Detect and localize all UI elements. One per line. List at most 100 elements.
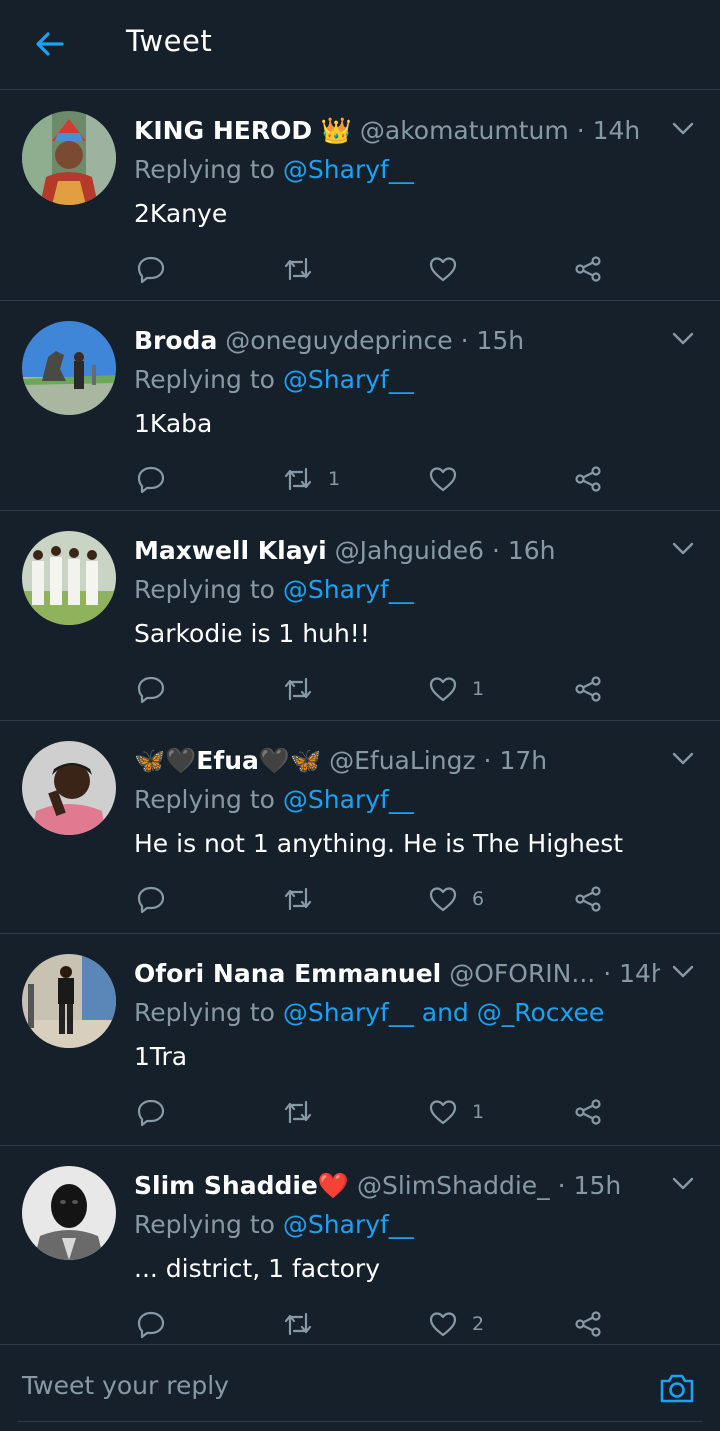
tweet-actions: 1: [0, 461, 720, 497]
chevron-down-icon[interactable]: [670, 1170, 696, 1196]
like-count: 1: [472, 678, 485, 700]
share-button[interactable]: [573, 671, 603, 707]
avatar[interactable]: [22, 111, 116, 205]
retweet-icon: [284, 1100, 312, 1124]
retweet-button[interactable]: [282, 671, 328, 707]
mention-link[interactable]: @Sharyf__: [283, 155, 414, 184]
replying-to: Replying to @Sharyf__: [134, 783, 414, 817]
retweet-button[interactable]: [282, 251, 328, 287]
heart-icon: [429, 887, 457, 912]
heart-icon: [429, 467, 457, 492]
tweet-item[interactable]: Broda @oneguydeprince · 15h Replying to …: [0, 301, 720, 511]
timestamp: 14h: [592, 116, 641, 145]
reply-icon: [137, 256, 165, 284]
like-button[interactable]: 1: [428, 1094, 484, 1130]
avatar[interactable]: [22, 321, 116, 415]
tweet-header: Broda @oneguydeprince · 15h: [134, 321, 660, 361]
tweet-text: Sarkodie is 1 huh!!: [134, 619, 370, 648]
share-icon: [575, 1311, 601, 1337]
tweet-item[interactable]: Ofori Nana Emmanuel @OFORIN... · 14h Rep…: [0, 934, 720, 1146]
share-button[interactable]: [573, 1306, 603, 1342]
tweet-text: 1Kaba: [134, 409, 213, 438]
like-button[interactable]: 2: [428, 1306, 484, 1342]
display-name[interactable]: 🦋🖤Efua🖤🦋: [134, 746, 321, 775]
user-handle[interactable]: @akomatumtum: [360, 116, 569, 145]
tweet-item[interactable]: 🦋🖤Efua🖤🦋 @EfuaLingz · 17h Replying to @S…: [0, 721, 720, 934]
tweet-actions: 1: [0, 671, 720, 707]
display-name[interactable]: KING HEROD 👑: [134, 116, 352, 145]
avatar[interactable]: [22, 1166, 116, 1260]
chevron-down-icon[interactable]: [670, 535, 696, 561]
tweet-header: Ofori Nana Emmanuel @OFORIN... · 14h: [134, 954, 660, 994]
tweet-actions: 2: [0, 1306, 720, 1342]
timestamp: 15h: [476, 326, 525, 355]
retweet-icon: [284, 467, 312, 491]
replying-to-label: Replying to: [134, 1210, 275, 1239]
user-handle[interactable]: @EfuaLingz: [329, 746, 475, 775]
reply-button[interactable]: [136, 881, 180, 917]
timestamp: 15h: [573, 1171, 622, 1200]
display-name[interactable]: Broda: [134, 326, 217, 355]
reply-input[interactable]: Tweet your reply: [22, 1371, 229, 1400]
retweet-button[interactable]: [282, 1306, 328, 1342]
mention-link[interactable]: @Sharyf__ and @_Rocxee: [283, 998, 604, 1027]
tweet-text: 2Kanye: [134, 199, 228, 228]
mention-link[interactable]: @Sharyf__: [283, 1210, 414, 1239]
share-button[interactable]: [573, 881, 603, 917]
share-icon: [575, 676, 601, 702]
reply-button[interactable]: [136, 1306, 180, 1342]
display-name[interactable]: Maxwell Klayi: [134, 536, 327, 565]
avatar[interactable]: [22, 741, 116, 835]
user-handle[interactable]: @SlimShaddie_: [357, 1171, 550, 1200]
mention-link[interactable]: @Sharyf__: [283, 365, 414, 394]
share-button[interactable]: [573, 251, 603, 287]
separator-dot: ·: [576, 116, 585, 145]
input-underline: [18, 1421, 702, 1422]
avatar[interactable]: [22, 531, 116, 625]
retweet-button[interactable]: [282, 881, 328, 917]
chevron-down-icon[interactable]: [670, 745, 696, 771]
reply-button[interactable]: [136, 461, 180, 497]
share-button[interactable]: [573, 1094, 603, 1130]
display-name[interactable]: Slim Shaddie❤️: [134, 1171, 349, 1200]
share-button[interactable]: [573, 461, 603, 497]
reply-button[interactable]: [136, 251, 180, 287]
top-bar: Tweet: [0, 0, 720, 90]
like-button[interactable]: [428, 251, 472, 287]
retweet-icon: [284, 257, 312, 281]
separator-dot: ·: [460, 326, 469, 355]
tweet-text: 1Tra: [134, 1042, 188, 1071]
tweet-item[interactable]: KING HEROD 👑 @akomatumtum · 14h Replying…: [0, 91, 720, 301]
tweet-actions: [0, 251, 720, 287]
user-handle[interactable]: @oneguydeprince: [225, 326, 452, 355]
chevron-down-icon[interactable]: [670, 958, 696, 984]
tweet-item[interactable]: Slim Shaddie❤️ @SlimShaddie_ · 15h Reply…: [0, 1146, 720, 1342]
separator-dot: ·: [557, 1171, 566, 1200]
retweet-button[interactable]: [282, 1094, 328, 1130]
retweet-button[interactable]: 1: [282, 461, 340, 497]
replying-to-label: Replying to: [134, 365, 275, 394]
mention-link[interactable]: @Sharyf__: [283, 575, 414, 604]
separator-dot: ·: [603, 959, 612, 988]
user-handle[interactable]: @OFORIN...: [449, 959, 595, 988]
like-button[interactable]: [428, 461, 472, 497]
chevron-down-icon[interactable]: [670, 115, 696, 141]
display-name[interactable]: Ofori Nana Emmanuel: [134, 959, 441, 988]
replying-to: Replying to @Sharyf__: [134, 1208, 414, 1242]
share-icon: [575, 886, 601, 912]
avatar[interactable]: [22, 954, 116, 1048]
reply-button[interactable]: [136, 1094, 180, 1130]
mention-link[interactable]: @Sharyf__: [283, 785, 414, 814]
like-count: 6: [472, 888, 485, 910]
replying-to-label: Replying to: [134, 998, 275, 1027]
replying-to-label: Replying to: [134, 155, 275, 184]
reply-icon: [137, 1311, 165, 1339]
reply-button[interactable]: [136, 671, 180, 707]
user-handle[interactable]: @Jahguide6: [335, 536, 484, 565]
tweet-item[interactable]: Maxwell Klayi @Jahguide6 · 16h Replying …: [0, 511, 720, 721]
back-arrow-icon[interactable]: [32, 26, 68, 62]
camera-icon[interactable]: [658, 1370, 696, 1406]
like-button[interactable]: 1: [428, 671, 484, 707]
chevron-down-icon[interactable]: [670, 325, 696, 351]
like-button[interactable]: 6: [428, 881, 484, 917]
